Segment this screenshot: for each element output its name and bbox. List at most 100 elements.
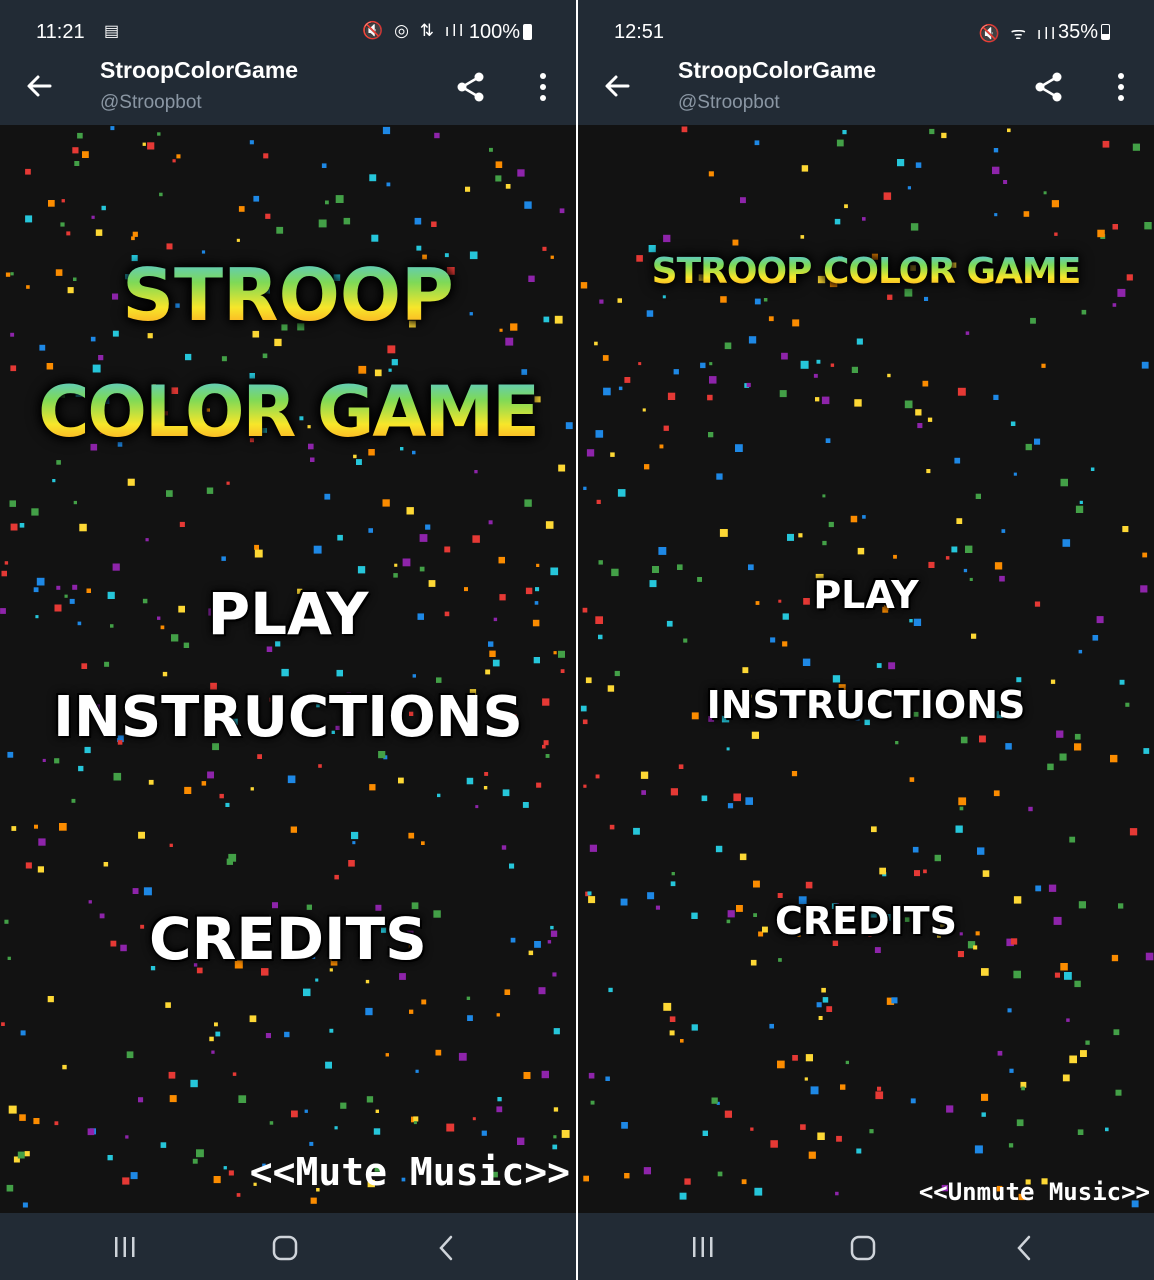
confetti-particle xyxy=(24,1151,30,1157)
confetti-particle xyxy=(907,186,911,190)
confetti-particle xyxy=(854,399,862,407)
confetti-particle xyxy=(1007,128,1011,133)
confetti-particle xyxy=(850,515,858,523)
home-icon[interactable] xyxy=(272,1235,298,1261)
confetti-particle xyxy=(1080,1050,1087,1057)
confetti-particle xyxy=(856,1148,862,1154)
confetti-particle xyxy=(558,650,565,658)
confetti-particle xyxy=(740,197,746,204)
confetti-particle xyxy=(489,650,496,657)
confetti-particle xyxy=(724,342,732,350)
confetti-particle xyxy=(48,200,55,207)
confetti-particle xyxy=(192,1158,198,1164)
confetti-particle xyxy=(614,670,620,677)
confetti-particle xyxy=(368,528,373,533)
arrow-left-icon[interactable] xyxy=(22,68,58,104)
confetti-particle xyxy=(254,544,259,550)
confetti-particle xyxy=(617,489,626,497)
chat-title[interactable]: StroopColorGame xyxy=(678,57,876,84)
confetti-particle xyxy=(166,490,173,497)
confetti-particle xyxy=(1074,743,1082,751)
confetti-particle xyxy=(132,231,138,237)
confetti-particle xyxy=(1077,1129,1084,1135)
confetti-particle xyxy=(1129,828,1138,836)
credits-button[interactable]: CREDITS xyxy=(0,905,576,973)
confetti-particle xyxy=(269,1121,274,1125)
confetti-particle xyxy=(678,764,684,769)
confetti-particle xyxy=(973,945,978,950)
confetti-particle xyxy=(946,1105,954,1113)
confetti-particle xyxy=(681,126,688,133)
chat-username: @Stroopbot xyxy=(678,92,780,113)
nav-back-icon[interactable] xyxy=(1014,1235,1036,1261)
confetti-particle xyxy=(238,206,245,212)
more-vertical-icon[interactable] xyxy=(1108,70,1134,104)
chat-title[interactable]: StroopColorGame xyxy=(100,57,298,84)
confetti-particle xyxy=(877,1086,882,1091)
confetti-particle xyxy=(419,534,428,542)
confetti-particle xyxy=(34,824,38,829)
home-icon[interactable] xyxy=(850,1235,876,1261)
confetti-particle xyxy=(138,1097,144,1103)
confetti-particle xyxy=(951,546,958,553)
confetti-particle xyxy=(219,793,224,799)
share-icon[interactable] xyxy=(1032,70,1066,104)
confetti-particle xyxy=(209,1036,214,1042)
recents-icon[interactable] xyxy=(112,1235,138,1259)
confetti-particle xyxy=(250,787,254,791)
confetti-particle xyxy=(458,1052,467,1061)
confetti-particle xyxy=(778,958,782,962)
confetti-particle xyxy=(836,1135,842,1142)
confetti-particle xyxy=(325,200,329,205)
phone-screen-right: 12:51 🔇 ᯤ ıll 35% StroopColorGame @Stroo… xyxy=(578,0,1154,1280)
confetti-particle xyxy=(594,341,598,346)
confetti-particle xyxy=(733,793,741,802)
arrow-left-icon[interactable] xyxy=(600,68,636,104)
confetti-particle xyxy=(979,735,986,743)
confetti-particle xyxy=(621,1122,628,1129)
confetti-particle xyxy=(586,449,595,457)
confetti-particle xyxy=(371,234,379,242)
confetti-particle xyxy=(495,161,503,168)
confetti-particle xyxy=(545,521,554,529)
confetti-particle xyxy=(481,1130,487,1136)
confetti-particle xyxy=(398,777,404,784)
confetti-particle xyxy=(352,841,356,845)
nav-back-icon[interactable] xyxy=(436,1235,458,1261)
signal-icons: 🔇 ᯤ ıll xyxy=(978,24,1058,43)
confetti-particle xyxy=(891,997,898,1004)
confetti-particle xyxy=(54,1121,59,1126)
play-button[interactable]: PLAY xyxy=(578,573,1154,617)
share-icon[interactable] xyxy=(454,70,488,104)
instructions-button[interactable]: INSTRUCTIONS xyxy=(0,685,576,750)
confetti-particle xyxy=(492,659,500,667)
confetti-particle xyxy=(1010,421,1016,426)
confetti-particle xyxy=(739,853,747,861)
status-time: 11:21 xyxy=(36,21,85,43)
confetti-particle xyxy=(715,845,723,853)
confetti-particle xyxy=(876,663,882,668)
unmute-music-button[interactable]: <<Unmute Music>> xyxy=(919,1178,1150,1206)
recents-icon[interactable] xyxy=(690,1235,716,1259)
more-vertical-icon[interactable] xyxy=(530,70,556,104)
credits-button[interactable]: CREDITS xyxy=(578,899,1154,943)
confetti-particle xyxy=(667,392,676,400)
confetti-particle xyxy=(466,777,474,785)
confetti-particle xyxy=(552,972,557,977)
confetti-particle xyxy=(431,221,437,227)
confetti-particle xyxy=(545,754,550,758)
confetti-particle xyxy=(913,618,922,626)
confetti-particle xyxy=(1122,526,1129,533)
confetti-particle xyxy=(684,1178,691,1185)
confetti-particle xyxy=(994,213,998,217)
confetti-particle xyxy=(386,182,391,187)
confetti-particle xyxy=(1023,211,1030,217)
confetti-particle xyxy=(369,784,376,791)
mute-music-button[interactable]: <<Mute Music>> xyxy=(250,1150,570,1194)
confetti-particle xyxy=(1144,222,1152,230)
play-button[interactable]: PLAY xyxy=(0,580,576,648)
instructions-button[interactable]: INSTRUCTIONS xyxy=(578,683,1154,727)
confetti-particle xyxy=(59,823,67,831)
confetti-particle xyxy=(1059,753,1067,761)
confetti-particle xyxy=(993,148,999,153)
